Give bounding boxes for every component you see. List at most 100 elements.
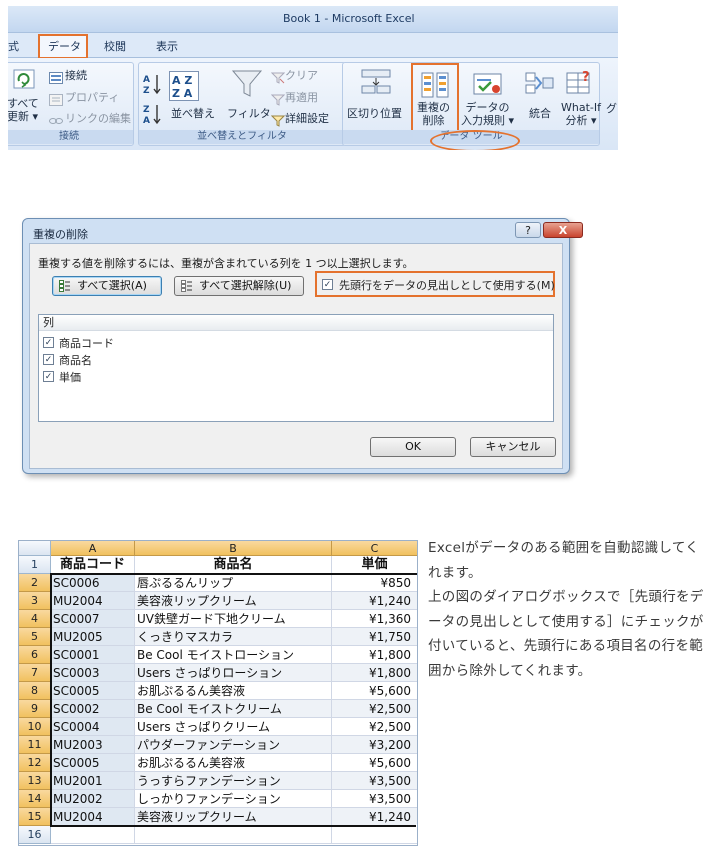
column-checkbox-product-name[interactable]: ✓	[43, 354, 54, 365]
row-header[interactable]: 2	[19, 574, 51, 592]
table-cell[interactable]: SC0007	[51, 610, 135, 628]
connections-button[interactable]: 接続	[65, 69, 87, 82]
fill-handle[interactable]	[416, 824, 417, 831]
table-cell[interactable]: パウダーファンデーション	[135, 736, 332, 754]
table-cell[interactable]: SC0001	[51, 646, 135, 664]
close-button[interactable]: X	[543, 222, 583, 238]
column-label-product-name[interactable]: 商品名	[59, 352, 92, 368]
help-button[interactable]: ?	[515, 222, 541, 238]
table-cell[interactable]: Be Cool モイストクリーム	[135, 700, 332, 718]
edit-links-button[interactable]: リンクの編集	[65, 112, 131, 125]
table-cell[interactable]: 美容液リップクリーム	[135, 592, 332, 610]
row-header[interactable]: 8	[19, 682, 51, 700]
table-cell[interactable]: お肌ぷるるん美容液	[135, 682, 332, 700]
table-cell[interactable]: SC0002	[51, 700, 135, 718]
remove-duplicates-button[interactable]: 重複の 削除	[417, 101, 450, 127]
row-header[interactable]: 11	[19, 736, 51, 754]
row-header[interactable]: 14	[19, 790, 51, 808]
table-cell[interactable]: MU2004	[51, 592, 135, 610]
sort-button[interactable]: 並べ替え	[171, 107, 215, 120]
table-cell[interactable]: MU2005	[51, 628, 135, 646]
row-header[interactable]: 10	[19, 718, 51, 736]
row-header[interactable]: 13	[19, 772, 51, 790]
table-cell[interactable]: SC0005	[51, 754, 135, 772]
select-all-button[interactable]: すべて選択(A)	[52, 276, 162, 296]
tab-formulas-partial[interactable]: 式	[8, 38, 19, 54]
empty-cell[interactable]	[135, 826, 332, 844]
what-if-button[interactable]: What-If 分析 ▾	[561, 101, 601, 127]
table-cell[interactable]: SC0003	[51, 664, 135, 682]
table-cell[interactable]: SC0006	[51, 574, 135, 592]
table-cell[interactable]: ¥1,240	[332, 808, 417, 826]
row-header[interactable]: 1	[19, 556, 51, 574]
refresh-all-button[interactable]: すべて 更新 ▾	[8, 97, 39, 123]
header-row-checkbox[interactable]: ✓	[322, 279, 333, 290]
advanced-button[interactable]: 詳細設定	[285, 112, 329, 125]
table-cell[interactable]: Be Cool モイストローション	[135, 646, 332, 664]
row-header[interactable]: 12	[19, 754, 51, 772]
row-header[interactable]: 7	[19, 664, 51, 682]
tab-review[interactable]: 校閲	[104, 38, 126, 54]
table-cell[interactable]: MU2004	[51, 808, 135, 826]
column-checkbox-product-code[interactable]: ✓	[43, 337, 54, 348]
consolidate-button[interactable]: 統合	[529, 107, 551, 120]
table-cell[interactable]: ¥1,800	[332, 664, 417, 682]
table-cell[interactable]: ¥5,600	[332, 682, 417, 700]
cancel-button[interactable]: キャンセル	[470, 437, 556, 457]
row-header[interactable]: 5	[19, 628, 51, 646]
data-validation-button[interactable]: データの 入力規則 ▾	[461, 101, 514, 127]
header-cell[interactable]: 商品名	[135, 556, 332, 574]
table-cell[interactable]: MU2002	[51, 790, 135, 808]
row-header[interactable]: 4	[19, 610, 51, 628]
filter-button[interactable]: フィルタ	[227, 107, 271, 120]
header-cell[interactable]: 商品コード	[51, 556, 135, 574]
ok-button[interactable]: OK	[370, 437, 456, 457]
table-cell[interactable]: うっすらファンデーション	[135, 772, 332, 790]
table-cell[interactable]: MU2001	[51, 772, 135, 790]
column-header-a[interactable]: A	[51, 541, 135, 556]
table-cell[interactable]: ¥1,750	[332, 628, 417, 646]
table-cell[interactable]: Users さっぱりクリーム	[135, 718, 332, 736]
table-cell[interactable]: しっかりファンデーション	[135, 790, 332, 808]
row-header[interactable]: 15	[19, 808, 51, 826]
table-cell[interactable]: SC0004	[51, 718, 135, 736]
header-cell[interactable]: 単価	[332, 556, 417, 574]
empty-cell[interactable]	[51, 826, 135, 844]
select-all-corner[interactable]	[19, 541, 51, 556]
header-row-checkbox-label[interactable]: 先頭行をデータの見出しとして使用する(M)	[339, 277, 555, 293]
table-cell[interactable]: MU2003	[51, 736, 135, 754]
table-cell[interactable]: UV鉄壁ガード下地クリーム	[135, 610, 332, 628]
reapply-button[interactable]: 再適用	[285, 91, 318, 104]
table-cell[interactable]: 美容液リップクリーム	[135, 808, 332, 826]
column-checkbox-unit-price[interactable]: ✓	[43, 371, 54, 382]
clear-button[interactable]: クリア	[285, 69, 318, 82]
row-header[interactable]: 9	[19, 700, 51, 718]
table-cell[interactable]: ¥1,360	[332, 610, 417, 628]
text-to-columns-button[interactable]: 区切り位置	[347, 107, 402, 120]
table-cell[interactable]: ¥3,200	[332, 736, 417, 754]
table-cell[interactable]: 唇ぷるるんリップ	[135, 574, 332, 592]
table-cell[interactable]: ¥1,800	[332, 646, 417, 664]
column-header-c[interactable]: C	[332, 541, 417, 556]
empty-cell[interactable]	[332, 826, 417, 844]
table-cell[interactable]: ¥3,500	[332, 772, 417, 790]
properties-button[interactable]: プロパティ	[65, 91, 119, 104]
table-cell[interactable]: ¥2,500	[332, 718, 417, 736]
column-label-unit-price[interactable]: 単価	[59, 369, 81, 385]
table-cell[interactable]: ¥2,500	[332, 700, 417, 718]
table-cell[interactable]: くっきりマスカラ	[135, 628, 332, 646]
table-cell[interactable]: SC0005	[51, 682, 135, 700]
table-cell[interactable]: ¥3,500	[332, 790, 417, 808]
table-cell[interactable]: お肌ぷるるん美容液	[135, 754, 332, 772]
table-cell[interactable]: ¥5,600	[332, 754, 417, 772]
row-header[interactable]: 3	[19, 592, 51, 610]
unselect-all-button[interactable]: すべて選択解除(U)	[174, 276, 304, 296]
column-header-b[interactable]: B	[135, 541, 332, 556]
table-cell[interactable]: ¥850	[332, 574, 417, 592]
row-header[interactable]: 6	[19, 646, 51, 664]
row-header[interactable]: 16	[19, 826, 51, 844]
table-cell[interactable]: ¥1,240	[332, 592, 417, 610]
table-cell[interactable]: Users さっぱりローション	[135, 664, 332, 682]
tab-view[interactable]: 表示	[156, 38, 178, 54]
column-label-product-code[interactable]: 商品コード	[59, 335, 114, 351]
